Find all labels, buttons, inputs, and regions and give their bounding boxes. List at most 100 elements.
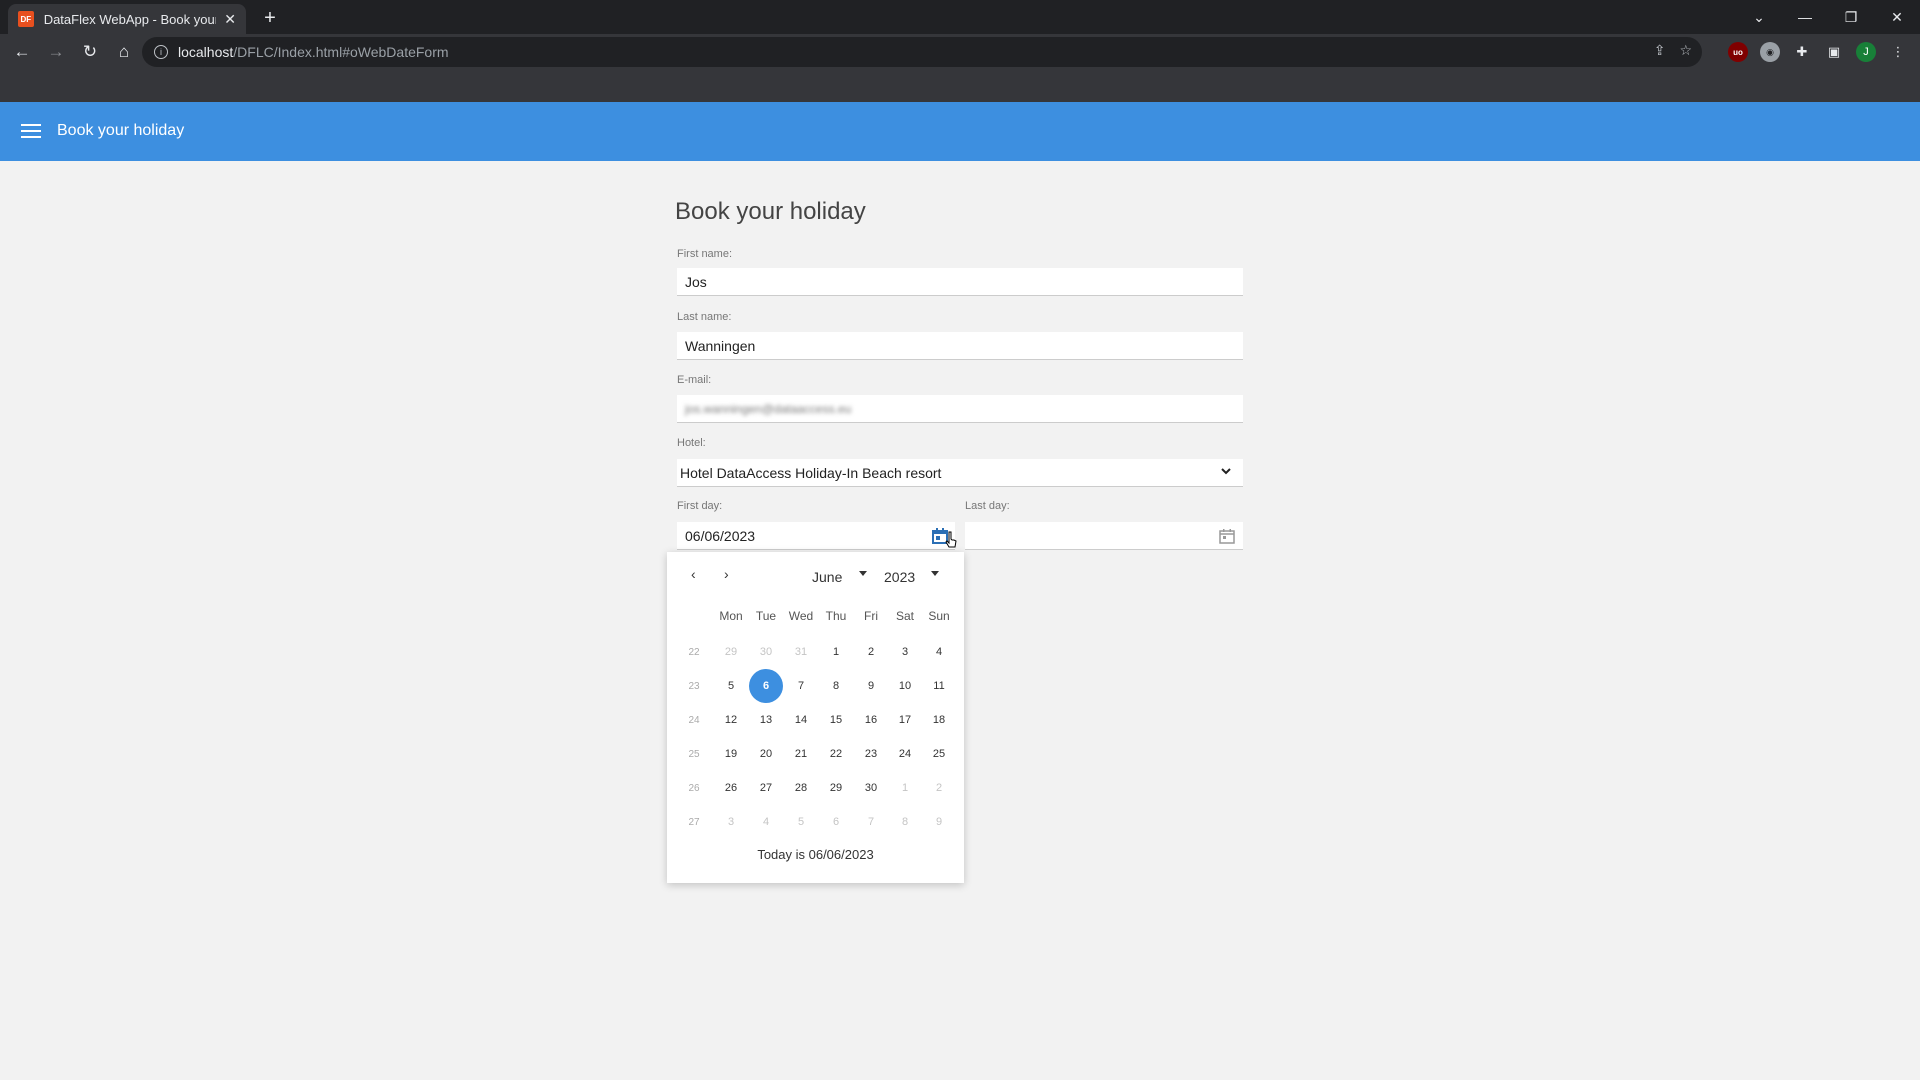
url-text: localhost/DFLC/Index.html#oWebDateForm — [178, 44, 449, 60]
month-caret-icon[interactable] — [859, 571, 867, 576]
calendar-day[interactable]: 17 — [888, 703, 922, 737]
page-title: Book your holiday — [675, 198, 866, 225]
calendar-day[interactable]: 8 — [819, 669, 853, 703]
first-name-input[interactable]: Jos — [677, 268, 1243, 296]
calendar-day[interactable]: 16 — [854, 703, 888, 737]
browser-tab[interactable]: DF DataFlex WebApp - Book your holiday ✕ — [8, 4, 246, 34]
bookmark-star-icon[interactable]: ☆ — [1679, 42, 1692, 59]
month-select[interactable]: June — [812, 569, 842, 585]
chevron-down-icon — [1221, 468, 1231, 475]
last-day-input[interactable] — [965, 522, 1243, 550]
last-day-label: Last day: — [965, 500, 1010, 512]
year-select[interactable]: 2023 — [884, 569, 915, 585]
calendar-day[interactable]: 26 — [714, 771, 748, 805]
year-caret-icon[interactable] — [931, 571, 939, 576]
calendar-icon[interactable] — [1219, 528, 1235, 544]
calendar-day[interactable]: 5 — [714, 669, 748, 703]
new-tab-plus-icon[interactable]: + — [258, 6, 282, 30]
first-day-input[interactable]: 06/06/2023 — [677, 522, 955, 550]
extensions-area: uo ◉ ✚ ▣ J ⋮ — [1728, 37, 1908, 67]
back-arrow-icon[interactable]: ← — [6, 36, 38, 68]
site-info-icon[interactable]: i — [154, 45, 168, 59]
calendar-day[interactable]: 19 — [714, 737, 748, 771]
restore-icon[interactable]: ❐ — [1828, 0, 1874, 34]
calendar-day[interactable]: 31 — [784, 635, 818, 669]
extensions-puzzle-icon[interactable]: ✚ — [1792, 42, 1812, 62]
calendar-day[interactable]: 30 — [749, 635, 783, 669]
browser-toolbar: ← → ↻ ⌂ i localhost/DFLC/Index.html#oWeb… — [0, 34, 1920, 70]
previous-month-chevron-icon[interactable]: ‹ — [691, 566, 696, 582]
calendar-day[interactable]: 1 — [819, 635, 853, 669]
calendar-day[interactable]: 3 — [714, 805, 748, 839]
day-of-week-header: Thu — [825, 609, 847, 623]
calendar-day[interactable]: 21 — [784, 737, 818, 771]
forward-arrow-icon[interactable]: → — [40, 36, 72, 68]
first-name-label: First name: — [677, 248, 733, 260]
minimize-icon[interactable]: — — [1782, 0, 1828, 34]
omnibox-actions: ⇪ ☆ — [1654, 42, 1692, 59]
menu-kebab-icon[interactable]: ⋮ — [1888, 42, 1908, 62]
incognito-extension-icon[interactable]: ◉ — [1760, 42, 1780, 62]
calendar-day[interactable]: 3 — [888, 635, 922, 669]
calendar-day[interactable]: 30 — [854, 771, 888, 805]
bookmarks-bar — [0, 70, 1920, 102]
calendar-day[interactable]: 18 — [922, 703, 956, 737]
week-number: 27 — [688, 816, 700, 828]
calendar-day[interactable]: 29 — [819, 771, 853, 805]
calendar-day[interactable]: 7 — [784, 669, 818, 703]
window-close-icon[interactable]: ✕ — [1874, 0, 1920, 34]
tab-search-chevron-icon[interactable]: ⌄ — [1736, 0, 1782, 34]
day-of-week-header: Sat — [895, 609, 914, 623]
next-month-chevron-icon[interactable]: › — [724, 566, 729, 582]
calendar-day[interactable]: 7 — [854, 805, 888, 839]
calendar-day[interactable]: 23 — [854, 737, 888, 771]
ublock-extension-icon[interactable]: uo — [1728, 42, 1748, 62]
home-icon[interactable]: ⌂ — [108, 36, 140, 68]
calendar-day[interactable]: 1 — [888, 771, 922, 805]
app-header-title: Book your holiday — [57, 122, 185, 139]
hotel-select[interactable]: Hotel DataAccess Holiday-In Beach resort — [677, 459, 1243, 487]
calendar-day[interactable]: 5 — [784, 805, 818, 839]
side-panel-icon[interactable]: ▣ — [1824, 42, 1844, 62]
calendar-day[interactable]: 27 — [749, 771, 783, 805]
calendar-day[interactable]: 22 — [819, 737, 853, 771]
calendar-day[interactable]: 10 — [888, 669, 922, 703]
week-number: 24 — [688, 714, 700, 726]
date-picker-popup: ‹ › June 2023 Mon Tue Wed Thu Fri Sat Sun 22 29… — [667, 552, 964, 883]
calendar-day[interactable]: 2 — [922, 771, 956, 805]
calendar-day[interactable]: 20 — [749, 737, 783, 771]
day-of-week-header: Fri — [864, 609, 878, 623]
day-of-week-header: Sun — [928, 609, 950, 623]
calendar-day[interactable]: 9 — [854, 669, 888, 703]
window-controls: ⌄ — ❐ ✕ — [1736, 0, 1920, 34]
calendar-day[interactable]: 2 — [854, 635, 888, 669]
today-link[interactable]: Today is 06/06/2023 — [667, 847, 964, 862]
calendar-day[interactable]: 24 — [888, 737, 922, 771]
calendar-day-selected[interactable]: 6 — [749, 669, 783, 703]
calendar-day[interactable]: 13 — [749, 703, 783, 737]
address-bar[interactable]: i localhost/DFLC/Index.html#oWebDateForm… — [142, 37, 1702, 67]
calendar-day[interactable]: 9 — [922, 805, 956, 839]
calendar-day[interactable]: 29 — [714, 635, 748, 669]
calendar-day[interactable]: 8 — [888, 805, 922, 839]
profile-avatar[interactable]: J — [1856, 42, 1876, 62]
calendar-day[interactable]: 25 — [922, 737, 956, 771]
week-number: 26 — [688, 782, 700, 794]
hamburger-menu-icon[interactable] — [21, 124, 41, 138]
week-number: 23 — [688, 680, 700, 692]
calendar-day[interactable]: 4 — [922, 635, 956, 669]
share-icon[interactable]: ⇪ — [1654, 42, 1666, 59]
calendar-day[interactable]: 11 — [922, 669, 956, 703]
calendar-day[interactable]: 15 — [819, 703, 853, 737]
calendar-day[interactable]: 14 — [784, 703, 818, 737]
reload-icon[interactable]: ↻ — [74, 36, 106, 68]
email-input[interactable]: jos.wanningen@dataaccess.eu — [677, 395, 1243, 423]
tab-close-icon[interactable]: ✕ — [224, 11, 236, 28]
calendar-day[interactable]: 28 — [784, 771, 818, 805]
calendar-day[interactable]: 12 — [714, 703, 748, 737]
last-name-input[interactable]: Wanningen — [677, 332, 1243, 360]
first-day-label: First day: — [677, 500, 723, 512]
calendar-day[interactable]: 4 — [749, 805, 783, 839]
email-label: E-mail: — [677, 374, 712, 386]
calendar-day[interactable]: 6 — [819, 805, 853, 839]
